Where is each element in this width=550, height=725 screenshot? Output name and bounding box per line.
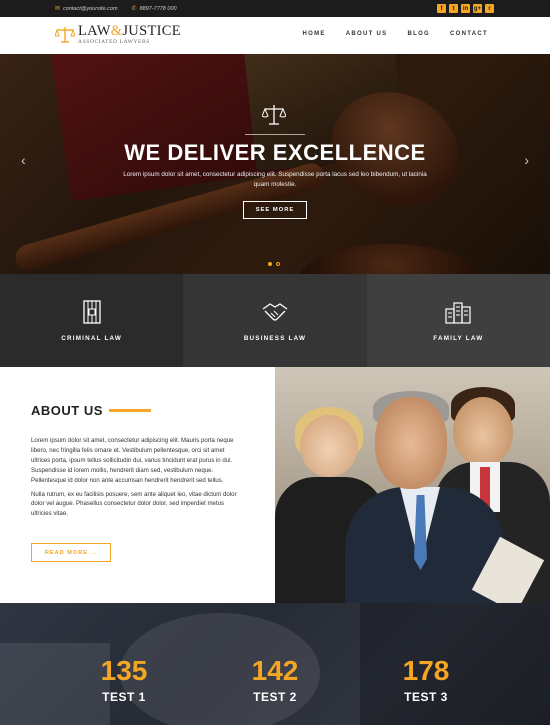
- stat-1: 135 TEST 1: [79, 655, 169, 705]
- stat-value: 178: [402, 655, 450, 686]
- prison-door-icon: [83, 300, 101, 324]
- stat-value: 135: [100, 655, 148, 686]
- chevron-right-icon[interactable]: ›: [524, 152, 529, 168]
- nav-about-us[interactable]: ABOUT US: [346, 31, 388, 37]
- see-more-button[interactable]: SEE MORE: [243, 201, 307, 219]
- area-label: FAMILY LAW: [433, 335, 484, 342]
- linkedin-icon[interactable]: in: [461, 4, 470, 13]
- buildings-icon: [445, 302, 471, 324]
- twitter-icon[interactable]: t: [449, 4, 458, 13]
- contact-phone[interactable]: 8897-7778 000: [140, 6, 177, 12]
- stat-2: 142 TEST 2: [230, 655, 320, 705]
- stat-value: 142: [251, 655, 299, 686]
- logo[interactable]: LAW&JUSTICE ASSOCIATED LAWYERS: [55, 23, 181, 45]
- about-title: ABOUT US: [31, 403, 241, 418]
- stat-3: 178 TEST 3: [381, 655, 471, 705]
- handshake-icon: [262, 303, 288, 321]
- google-plus-icon[interactable]: g+: [473, 4, 482, 13]
- stat-label: TEST 1: [102, 690, 146, 704]
- phone-icon: ✆: [131, 6, 137, 12]
- divider: [245, 134, 305, 135]
- area-criminal-law[interactable]: CRIMINAL LAW: [0, 274, 184, 367]
- about-paragraph-2: Nulla rutrum, ex eu facilisis posuere, s…: [31, 490, 237, 518]
- stats-section: 135 TEST 1 142 TEST 2 178 TEST 3: [0, 603, 550, 725]
- top-bar: ✉ contact@yoursite.com ✆ 8897-7778 000 f…: [0, 0, 550, 17]
- stat-label: TEST 2: [253, 690, 297, 704]
- area-family-law[interactable]: FAMILY LAW: [366, 274, 550, 367]
- slider-dot-2[interactable]: [276, 262, 280, 266]
- slider-dot-1[interactable]: [268, 262, 272, 266]
- scales-icon: [55, 27, 75, 43]
- hero-title: WE DELIVER EXCELLENCE: [124, 140, 426, 165]
- about-section: ABOUT US Lorem ipsum dolor sit amet, con…: [0, 367, 550, 603]
- chevron-left-icon[interactable]: ‹: [21, 152, 26, 168]
- site-header: LAW&JUSTICE ASSOCIATED LAWYERS HOME ABOU…: [0, 17, 550, 54]
- nav-home[interactable]: HOME: [303, 31, 326, 37]
- practice-areas: CRIMINAL LAW BUSINESS LAW FAMILY LAW: [0, 274, 550, 367]
- brand-tagline: ASSOCIATED LAWYERS: [78, 39, 150, 45]
- main-nav: HOME ABOUT US BLOG CONTACT: [303, 31, 488, 37]
- contact-email[interactable]: contact@yoursite.com: [63, 6, 118, 12]
- rss-icon[interactable]: r: [485, 4, 494, 13]
- nav-blog[interactable]: BLOG: [407, 31, 430, 37]
- hero-text: Lorem ipsum dolor sit amet, consectetur …: [123, 171, 427, 188]
- about-text: ABOUT US Lorem ipsum dolor sit amet, con…: [31, 403, 241, 519]
- envelope-icon: ✉: [55, 6, 61, 12]
- area-label: CRIMINAL LAW: [61, 335, 123, 342]
- area-business-law[interactable]: BUSINESS LAW: [183, 274, 367, 367]
- hero-slider: WE DELIVER EXCELLENCE Lorem ipsum dolor …: [0, 54, 550, 274]
- scales-icon: [262, 105, 286, 125]
- about-paragraph-1: Lorem ipsum dolor sit amet, consectetur …: [31, 437, 234, 484]
- brand-name: LAW&JUSTICE: [78, 23, 181, 39]
- stat-label: TEST 3: [404, 690, 448, 704]
- accent-bar: [108, 409, 151, 412]
- slider-dots: [268, 262, 280, 266]
- read-more-button[interactable]: READ MORE →: [31, 543, 111, 562]
- area-label: BUSINESS LAW: [243, 335, 307, 342]
- facebook-icon[interactable]: f: [437, 4, 446, 13]
- nav-contact[interactable]: CONTACT: [450, 31, 488, 37]
- top-contact: ✉ contact@yoursite.com ✆ 8897-7778 000: [55, 0, 177, 17]
- lawyers-photo: [275, 367, 550, 603]
- social-links: f t in g+ r: [437, 4, 494, 13]
